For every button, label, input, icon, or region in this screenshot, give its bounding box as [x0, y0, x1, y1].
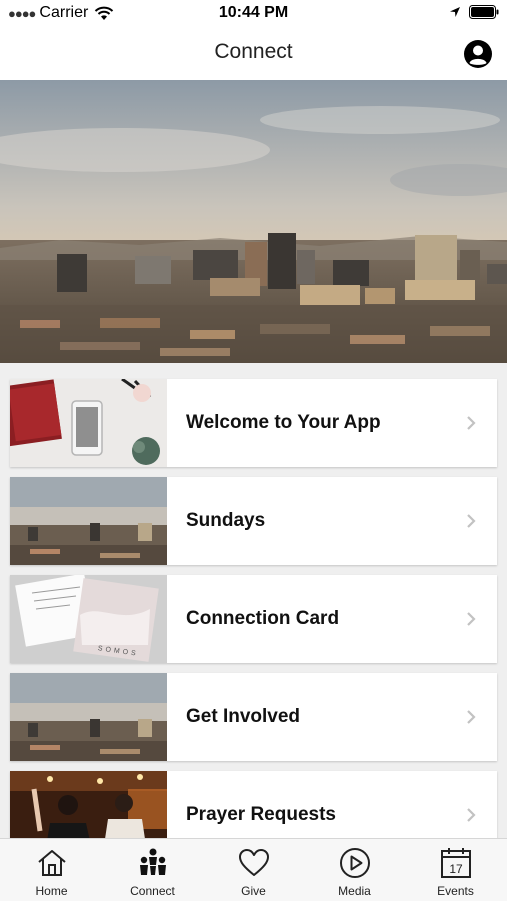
- card-connection-card[interactable]: SOMOS Connection Card: [10, 575, 497, 663]
- card-welcome[interactable]: Welcome to Your App: [10, 379, 497, 467]
- calendar-icon: 17: [441, 848, 471, 878]
- chevron-right-icon: [467, 710, 476, 724]
- desk-phone-thumbnail: [10, 379, 167, 467]
- tab-home[interactable]: Home: [1, 839, 102, 901]
- location-arrow-icon: [450, 7, 460, 17]
- calendar-day: 17: [449, 862, 463, 876]
- card-sundays[interactable]: Sundays: [10, 477, 497, 565]
- card-title: Connection Card: [186, 608, 340, 629]
- card-title: Prayer Requests: [186, 804, 336, 825]
- status-time: 10:44 PM: [218, 4, 289, 21]
- card-title: Welcome to Your App: [186, 412, 381, 433]
- chevron-right-icon: [467, 514, 476, 528]
- tab-bar: Home Connect Give Media 17 Events: [0, 838, 507, 901]
- city-skyline-thumbnail: [10, 673, 167, 761]
- somos-cards-thumbnail: SOMOS: [10, 575, 167, 663]
- tab-connect[interactable]: Connect: [102, 839, 203, 901]
- tab-events[interactable]: 17 Events: [405, 839, 506, 901]
- status-bar: ●●●● Carrier 10:44 PM: [0, 0, 507, 28]
- card-get-involved[interactable]: Get Involved: [10, 673, 497, 761]
- people-icon: [140, 848, 166, 875]
- heart-icon: [239, 849, 269, 876]
- play-circle-icon: [340, 848, 370, 878]
- page-title: Connect: [214, 40, 293, 63]
- worship-thumbnail: [10, 771, 167, 838]
- card-title: Sundays: [186, 510, 266, 531]
- navigation-bar: Connect: [0, 28, 507, 80]
- chevron-right-icon: [467, 416, 476, 430]
- house-icon: [38, 850, 66, 876]
- card-prayer-requests[interactable]: Prayer Requests: [10, 771, 497, 838]
- chevron-right-icon: [467, 612, 476, 626]
- hero-city-image: [0, 80, 507, 363]
- battery-icon: [469, 5, 499, 19]
- content-list: Welcome to Your App Sundays SOMOS Connec…: [0, 363, 507, 838]
- city-skyline-thumbnail: [10, 477, 167, 565]
- person-circle-icon[interactable]: [463, 39, 493, 69]
- tab-give[interactable]: Give: [203, 839, 304, 901]
- tab-media[interactable]: Media: [304, 839, 405, 901]
- card-title: Get Involved: [186, 706, 301, 727]
- chevron-right-icon: [467, 808, 476, 822]
